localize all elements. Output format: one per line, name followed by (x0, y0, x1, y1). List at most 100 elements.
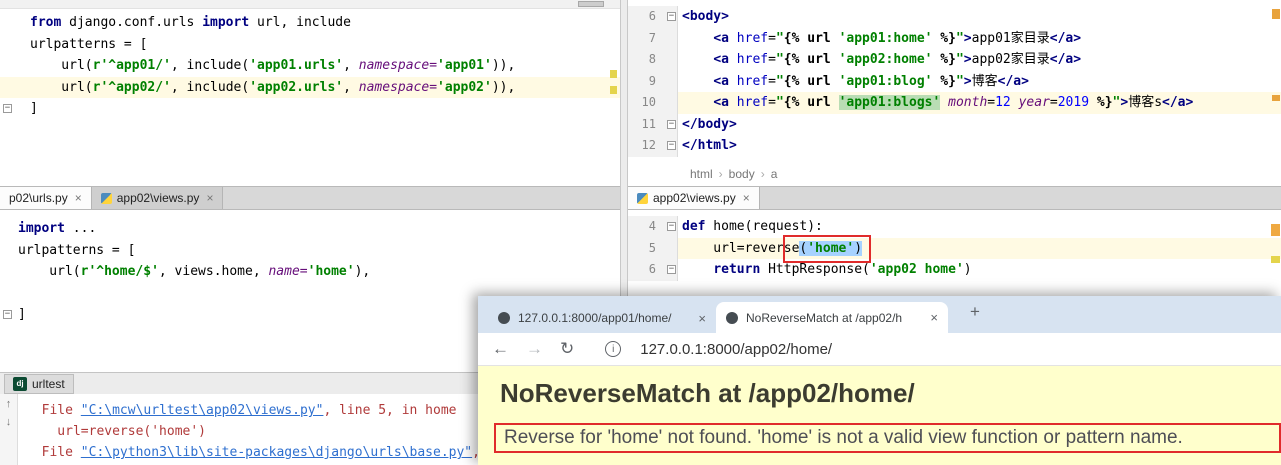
code-line[interactable]: 12− </html> (628, 135, 1281, 157)
browser-tab-app01-home[interactable]: 127.0.0.1:8000/app01/home/ × (488, 303, 716, 333)
fold-collapse-icon[interactable]: − (667, 141, 676, 151)
code-token: app02家目录 (971, 52, 1050, 67)
editor-template-html[interactable]: 6− <body> 7 <a href="{% url 'app01:home' %… (628, 0, 1281, 162)
line-number: 11 (628, 113, 664, 135)
fold-marker[interactable]: − (0, 304, 14, 326)
close-icon[interactable]: × (698, 311, 706, 326)
back-button[interactable]: ← (492, 339, 509, 359)
code-token: 'app02.urls' (249, 79, 344, 95)
code-token: 'app01.urls' (249, 58, 344, 73)
breadcrumb-item-html[interactable]: html (690, 167, 723, 181)
code-token: 'home' (307, 264, 355, 279)
browser-tab-bar: 127.0.0.1:8000/app01/home/ × NoReverseMa… (478, 296, 1281, 333)
close-icon[interactable]: × (206, 191, 213, 205)
code-token: %} (932, 52, 956, 67)
fold-marker[interactable]: − (664, 135, 678, 157)
code-token: = (768, 52, 776, 67)
code-line[interactable]: url(r'^home/$', views.home, name='home')… (0, 261, 620, 283)
editor-splitter[interactable] (620, 0, 628, 296)
code-line[interactable]: −] (0, 98, 620, 120)
breadcrumb-item-body[interactable]: body (729, 167, 765, 181)
run-tab-urltest[interactable]: dj urltest (4, 373, 74, 394)
address-bar[interactable]: 127.0.0.1:8000/app02/home/ (640, 341, 832, 358)
code-line[interactable]: from django.conf.urls import url, includ… (0, 12, 620, 34)
code-line[interactable]: 7 <a href="{% url 'app01:home' %}">app01… (628, 27, 1281, 49)
code-text: <body> (678, 6, 1281, 28)
close-icon[interactable]: × (75, 191, 82, 205)
code-token: 'app02 home' (869, 262, 964, 277)
fold-marker[interactable]: − (664, 216, 678, 238)
python-file-icon (637, 192, 648, 204)
code-token: </a> (1162, 95, 1194, 110)
code-line[interactable]: 8 <a href="{% url 'app02:home' %}">app02… (628, 49, 1281, 71)
tab-app02-views-py[interactable]: app02\views.py × (91, 187, 224, 209)
editor-tab-bar-right: app02\views.py × (628, 186, 1281, 210)
info-icon[interactable]: i (605, 341, 622, 357)
line-number: 4 (628, 216, 664, 238)
tab-app02-urls-py[interactable]: p02\urls.py × (0, 187, 92, 209)
code-line[interactable]: url(r'^app01/', include('app01.urls', na… (0, 55, 620, 77)
fold-collapse-icon[interactable]: − (3, 104, 12, 114)
new-tab-button[interactable]: + (962, 302, 988, 326)
code-line[interactable]: 5 url=reverse('home') (628, 237, 1281, 259)
fold-collapse-icon[interactable]: − (667, 222, 676, 232)
fold-marker[interactable]: − (664, 259, 678, 281)
code-token: ] (30, 101, 38, 116)
code-text: url(r'^app01/', include('app01.urls', na… (26, 55, 620, 77)
code-line[interactable]: urlpatterns = [ (0, 34, 620, 56)
tab-label: app02\views.py (653, 191, 736, 205)
code-token: </a> (1049, 30, 1082, 46)
code-token: " (775, 52, 784, 67)
forward-button[interactable]: → (526, 339, 543, 359)
error-stripe-mark[interactable] (1272, 95, 1280, 101)
code-text: ] (26, 98, 620, 120)
code-line[interactable]: 10 <a href="{% url 'app01:blogs' month=1… (628, 92, 1281, 114)
code-token: HttpResponse( (760, 262, 870, 277)
code-token: 博客s (1128, 95, 1163, 110)
code-token: )), (491, 58, 516, 73)
error-stripe-mark[interactable] (610, 70, 617, 78)
code-token: href (736, 52, 769, 67)
fold-collapse-icon[interactable]: − (667, 12, 676, 22)
error-stripe-mark[interactable] (610, 86, 617, 94)
code-line[interactable]: 11− </body> (628, 113, 1281, 135)
error-stripe-mark[interactable] (1272, 9, 1280, 19)
code-line[interactable]: 9 <a href="{% url 'app01:blog' %}">博客</a… (628, 70, 1281, 92)
django-error-page: NoReverseMatch at /app02/home/ Reverse f… (478, 366, 1281, 465)
error-stripe-mark[interactable] (1271, 224, 1280, 236)
tab-app02-views-py[interactable]: app02\views.py × (628, 187, 760, 209)
code-token: , views.home, (158, 264, 269, 279)
code-line[interactable]: url(r'^app02/', include('app02.urls', na… (0, 76, 620, 98)
code-token: > (963, 73, 972, 89)
fold-collapse-icon[interactable]: − (667, 265, 676, 275)
close-icon[interactable]: × (930, 310, 938, 325)
breadcrumb-item-a[interactable]: a (771, 167, 778, 181)
fold-marker[interactable]: − (0, 98, 26, 120)
code-line[interactable]: 6− return HttpResponse('app02 home') (628, 259, 1281, 281)
tab-label: p02\urls.py (9, 191, 68, 205)
code-line[interactable]: 4− def home(request): (628, 216, 1281, 238)
fold-collapse-icon[interactable]: − (667, 119, 676, 129)
fold-collapse-icon[interactable]: − (3, 310, 12, 320)
code-token: namespace= (358, 79, 438, 95)
close-icon[interactable]: × (743, 191, 750, 205)
horizontal-scrollbar[interactable] (0, 0, 620, 9)
stacktrace-up-icon[interactable]: ↑ (6, 398, 12, 410)
code-line[interactable]: import ... (0, 218, 620, 240)
fold-gutter (664, 70, 678, 92)
editor-tab-bar-left: p02\urls.py × app02\views.py × (0, 186, 620, 210)
editor-project-urls[interactable]: from django.conf.urls import url, includ… (0, 0, 620, 186)
code-line[interactable]: 6− <body> (628, 6, 1281, 28)
stacktrace-down-icon[interactable]: ↓ (6, 416, 12, 428)
code-line[interactable]: urlpatterns = [ (0, 240, 620, 262)
code-token: {% url (783, 52, 839, 67)
error-message: Reverse for 'home' not found. 'home' is … (504, 427, 1183, 448)
code-token: 12 (995, 95, 1011, 110)
browser-tab-noreversematch[interactable]: NoReverseMatch at /app02/h × (716, 302, 948, 333)
scrollbar-thumb[interactable] (578, 1, 604, 7)
fold-marker[interactable]: − (664, 6, 678, 28)
code-token: = (768, 73, 776, 89)
fold-marker[interactable]: − (664, 113, 678, 135)
reload-button[interactable]: ↻ (560, 339, 574, 359)
error-stripe-mark[interactable] (1271, 256, 1280, 263)
